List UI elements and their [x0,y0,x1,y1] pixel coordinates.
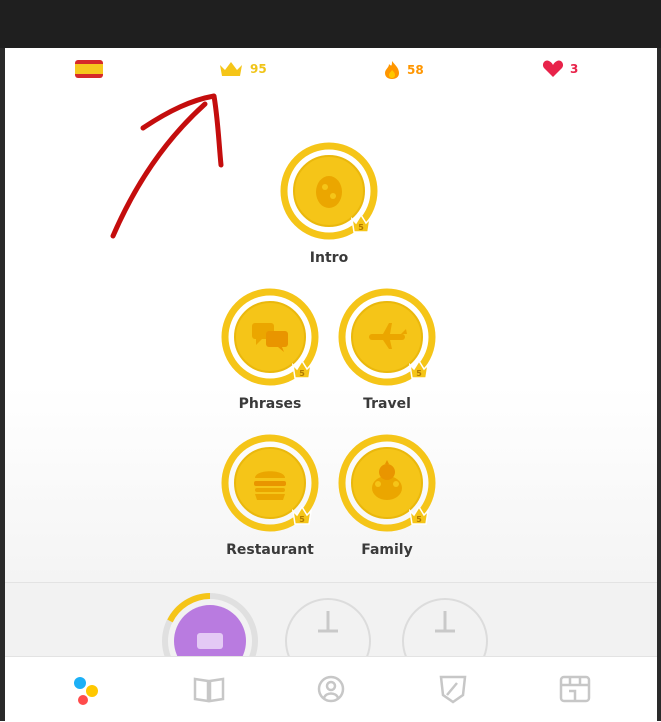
shop-tab[interactable] [555,671,595,707]
skill-label: Restaurant [226,542,314,558]
skill-level: 5 [416,515,422,524]
skill-family[interactable]: 5 Family [327,434,447,558]
skill-label: Phrases [238,396,302,412]
next-skills-row [5,582,657,657]
window-top-bar [0,0,661,48]
crown-level-badge: 5 [291,359,313,379]
skill-level: 5 [358,223,364,232]
shop-icon [559,675,591,703]
skill-level: 5 [416,369,422,378]
skill-intro[interactable]: 5 Intro [269,142,389,266]
skill-coin: 5 [280,142,378,240]
learn-icon [74,677,98,705]
skill-coin: 5 [338,288,436,386]
skill-level: 5 [299,369,305,378]
leagues-tab[interactable] [433,671,473,707]
skill-coin: 5 [221,434,319,532]
heart-icon [542,60,564,77]
crown-level-badge: 5 [408,505,430,525]
speech-bubbles-icon [252,323,288,352]
hearts-counter[interactable]: 3 [542,60,578,78]
skill-travel[interactable]: 5 Travel [327,288,447,412]
next-skills-coins [162,593,488,657]
profile-tab[interactable] [311,671,351,707]
stories-tab[interactable] [189,671,229,707]
skill-label: Intro [309,250,349,266]
skill-level: 5 [299,515,305,524]
crowns-counter[interactable]: 95 [218,60,267,78]
burger-icon [254,471,286,500]
status-bar: 95 58 3 [5,48,657,94]
book-icon [193,677,225,703]
skill-coin: 5 [221,288,319,386]
bottom-tab-bar [5,656,657,722]
profile-icon [317,675,345,703]
learn-tab[interactable] [67,671,107,707]
crown-level-badge: 5 [291,505,313,525]
streak-counter[interactable]: 58 [383,60,424,80]
flame-icon [385,61,399,79]
airplane-icon [369,323,407,349]
skill-restaurant[interactable]: 5 Restaurant [210,434,330,558]
crowns-count: 95 [250,62,267,76]
crown-level-badge: 5 [408,359,430,379]
egg-icon [316,176,342,208]
streak-count: 58 [407,63,424,77]
hearts-count: 3 [570,62,579,76]
skill-phrases[interactable]: 5 Phrases [210,288,330,412]
skill-coin: 5 [338,434,436,532]
right-edge [657,48,661,721]
skill-label: Family [361,542,413,558]
crown-icon [220,62,242,76]
skill-label: Travel [363,396,411,412]
skill-tree: 5 Intro 5 Phrases 5 Travel 5 Restaurant … [5,92,657,582]
language-flag-button[interactable] [75,60,103,78]
spanish-flag-icon [75,60,103,78]
shield-icon [439,675,467,704]
family-birds-icon [372,460,402,500]
crown-level-badge: 5 [350,213,372,233]
